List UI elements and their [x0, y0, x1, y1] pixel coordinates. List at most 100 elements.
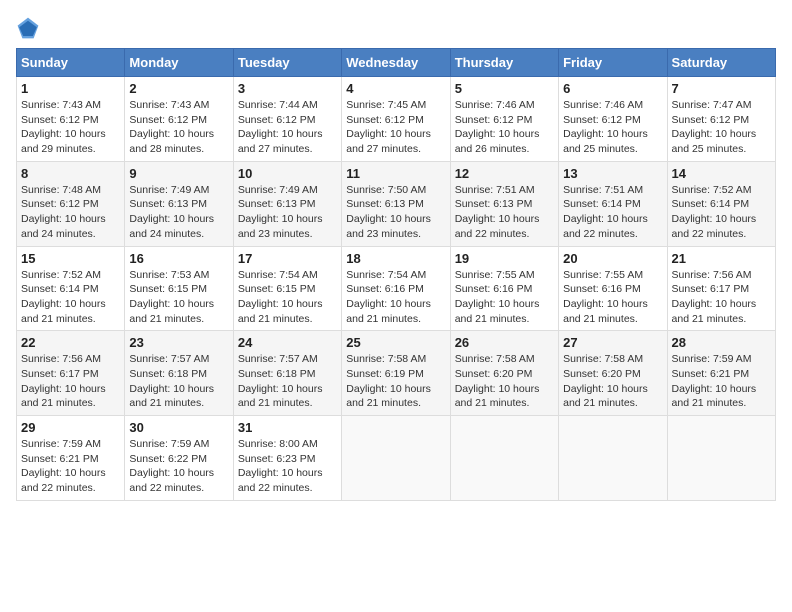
day-info: Sunrise: 7:57 AMSunset: 6:18 PMDaylight:…: [238, 353, 323, 409]
day-number: 20: [563, 251, 662, 266]
day-number: 17: [238, 251, 337, 266]
day-number: 1: [21, 81, 120, 96]
day-info: Sunrise: 7:50 AMSunset: 6:13 PMDaylight:…: [346, 184, 431, 240]
calendar-cell: 24 Sunrise: 7:57 AMSunset: 6:18 PMDaylig…: [233, 331, 341, 416]
day-number: 5: [455, 81, 554, 96]
day-info: Sunrise: 7:46 AMSunset: 6:12 PMDaylight:…: [455, 99, 540, 155]
day-number: 12: [455, 166, 554, 181]
day-number: 15: [21, 251, 120, 266]
day-info: Sunrise: 7:55 AMSunset: 6:16 PMDaylight:…: [455, 269, 540, 325]
day-number: 18: [346, 251, 445, 266]
calendar-cell: 20 Sunrise: 7:55 AMSunset: 6:16 PMDaylig…: [559, 246, 667, 331]
day-info: Sunrise: 7:51 AMSunset: 6:14 PMDaylight:…: [563, 184, 648, 240]
calendar-cell: 7 Sunrise: 7:47 AMSunset: 6:12 PMDayligh…: [667, 77, 775, 162]
logo-icon: [16, 16, 40, 40]
calendar-cell: 12 Sunrise: 7:51 AMSunset: 6:13 PMDaylig…: [450, 161, 558, 246]
day-info: Sunrise: 7:54 AMSunset: 6:16 PMDaylight:…: [346, 269, 431, 325]
calendar-cell: 22 Sunrise: 7:56 AMSunset: 6:17 PMDaylig…: [17, 331, 125, 416]
day-number: 26: [455, 335, 554, 350]
calendar-cell: 29 Sunrise: 7:59 AMSunset: 6:21 PMDaylig…: [17, 416, 125, 501]
calendar-cell: [342, 416, 450, 501]
day-info: Sunrise: 7:59 AMSunset: 6:21 PMDaylight:…: [672, 353, 757, 409]
weekday-header-saturday: Saturday: [667, 49, 775, 77]
calendar-cell: 27 Sunrise: 7:58 AMSunset: 6:20 PMDaylig…: [559, 331, 667, 416]
calendar-cell: 17 Sunrise: 7:54 AMSunset: 6:15 PMDaylig…: [233, 246, 341, 331]
calendar-week-row: 1 Sunrise: 7:43 AMSunset: 6:12 PMDayligh…: [17, 77, 776, 162]
calendar-cell: 10 Sunrise: 7:49 AMSunset: 6:13 PMDaylig…: [233, 161, 341, 246]
weekday-header-thursday: Thursday: [450, 49, 558, 77]
day-info: Sunrise: 8:00 AMSunset: 6:23 PMDaylight:…: [238, 438, 323, 494]
day-number: 27: [563, 335, 662, 350]
day-info: Sunrise: 7:58 AMSunset: 6:19 PMDaylight:…: [346, 353, 431, 409]
day-info: Sunrise: 7:52 AMSunset: 6:14 PMDaylight:…: [672, 184, 757, 240]
day-info: Sunrise: 7:54 AMSunset: 6:15 PMDaylight:…: [238, 269, 323, 325]
calendar-cell: 15 Sunrise: 7:52 AMSunset: 6:14 PMDaylig…: [17, 246, 125, 331]
calendar-cell: 18 Sunrise: 7:54 AMSunset: 6:16 PMDaylig…: [342, 246, 450, 331]
calendar-cell: 6 Sunrise: 7:46 AMSunset: 6:12 PMDayligh…: [559, 77, 667, 162]
day-number: 31: [238, 420, 337, 435]
day-info: Sunrise: 7:49 AMSunset: 6:13 PMDaylight:…: [238, 184, 323, 240]
day-number: 7: [672, 81, 771, 96]
calendar-cell: 11 Sunrise: 7:50 AMSunset: 6:13 PMDaylig…: [342, 161, 450, 246]
calendar-body: 1 Sunrise: 7:43 AMSunset: 6:12 PMDayligh…: [17, 77, 776, 501]
calendar-cell: [559, 416, 667, 501]
calendar-week-row: 22 Sunrise: 7:56 AMSunset: 6:17 PMDaylig…: [17, 331, 776, 416]
day-info: Sunrise: 7:46 AMSunset: 6:12 PMDaylight:…: [563, 99, 648, 155]
day-info: Sunrise: 7:57 AMSunset: 6:18 PMDaylight:…: [129, 353, 214, 409]
calendar-cell: 5 Sunrise: 7:46 AMSunset: 6:12 PMDayligh…: [450, 77, 558, 162]
calendar-cell: 19 Sunrise: 7:55 AMSunset: 6:16 PMDaylig…: [450, 246, 558, 331]
day-number: 10: [238, 166, 337, 181]
calendar-cell: 30 Sunrise: 7:59 AMSunset: 6:22 PMDaylig…: [125, 416, 233, 501]
day-info: Sunrise: 7:45 AMSunset: 6:12 PMDaylight:…: [346, 99, 431, 155]
weekday-header-tuesday: Tuesday: [233, 49, 341, 77]
day-info: Sunrise: 7:58 AMSunset: 6:20 PMDaylight:…: [455, 353, 540, 409]
calendar-cell: 28 Sunrise: 7:59 AMSunset: 6:21 PMDaylig…: [667, 331, 775, 416]
calendar-cell: 3 Sunrise: 7:44 AMSunset: 6:12 PMDayligh…: [233, 77, 341, 162]
calendar-week-row: 8 Sunrise: 7:48 AMSunset: 6:12 PMDayligh…: [17, 161, 776, 246]
day-number: 29: [21, 420, 120, 435]
day-number: 28: [672, 335, 771, 350]
day-number: 19: [455, 251, 554, 266]
calendar-cell: 2 Sunrise: 7:43 AMSunset: 6:12 PMDayligh…: [125, 77, 233, 162]
calendar-cell: 13 Sunrise: 7:51 AMSunset: 6:14 PMDaylig…: [559, 161, 667, 246]
calendar-cell: 14 Sunrise: 7:52 AMSunset: 6:14 PMDaylig…: [667, 161, 775, 246]
day-info: Sunrise: 7:43 AMSunset: 6:12 PMDaylight:…: [129, 99, 214, 155]
day-info: Sunrise: 7:58 AMSunset: 6:20 PMDaylight:…: [563, 353, 648, 409]
weekday-header-wednesday: Wednesday: [342, 49, 450, 77]
day-number: 3: [238, 81, 337, 96]
day-number: 13: [563, 166, 662, 181]
day-info: Sunrise: 7:48 AMSunset: 6:12 PMDaylight:…: [21, 184, 106, 240]
day-number: 11: [346, 166, 445, 181]
day-info: Sunrise: 7:51 AMSunset: 6:13 PMDaylight:…: [455, 184, 540, 240]
day-info: Sunrise: 7:52 AMSunset: 6:14 PMDaylight:…: [21, 269, 106, 325]
weekday-header-sunday: Sunday: [17, 49, 125, 77]
calendar-week-row: 29 Sunrise: 7:59 AMSunset: 6:21 PMDaylig…: [17, 416, 776, 501]
calendar-cell: [667, 416, 775, 501]
day-info: Sunrise: 7:43 AMSunset: 6:12 PMDaylight:…: [21, 99, 106, 155]
day-number: 2: [129, 81, 228, 96]
day-number: 8: [21, 166, 120, 181]
weekday-header-friday: Friday: [559, 49, 667, 77]
day-number: 24: [238, 335, 337, 350]
calendar-cell: 9 Sunrise: 7:49 AMSunset: 6:13 PMDayligh…: [125, 161, 233, 246]
day-info: Sunrise: 7:53 AMSunset: 6:15 PMDaylight:…: [129, 269, 214, 325]
calendar-table: SundayMondayTuesdayWednesdayThursdayFrid…: [16, 48, 776, 501]
day-info: Sunrise: 7:56 AMSunset: 6:17 PMDaylight:…: [21, 353, 106, 409]
day-info: Sunrise: 7:55 AMSunset: 6:16 PMDaylight:…: [563, 269, 648, 325]
day-number: 21: [672, 251, 771, 266]
day-info: Sunrise: 7:59 AMSunset: 6:21 PMDaylight:…: [21, 438, 106, 494]
calendar-cell: 1 Sunrise: 7:43 AMSunset: 6:12 PMDayligh…: [17, 77, 125, 162]
page-header: [16, 16, 776, 40]
day-info: Sunrise: 7:44 AMSunset: 6:12 PMDaylight:…: [238, 99, 323, 155]
calendar-cell: 26 Sunrise: 7:58 AMSunset: 6:20 PMDaylig…: [450, 331, 558, 416]
day-number: 14: [672, 166, 771, 181]
calendar-cell: 16 Sunrise: 7:53 AMSunset: 6:15 PMDaylig…: [125, 246, 233, 331]
calendar-cell: [450, 416, 558, 501]
day-number: 6: [563, 81, 662, 96]
day-number: 30: [129, 420, 228, 435]
day-number: 25: [346, 335, 445, 350]
calendar-cell: 8 Sunrise: 7:48 AMSunset: 6:12 PMDayligh…: [17, 161, 125, 246]
calendar-cell: 21 Sunrise: 7:56 AMSunset: 6:17 PMDaylig…: [667, 246, 775, 331]
day-number: 22: [21, 335, 120, 350]
day-number: 16: [129, 251, 228, 266]
